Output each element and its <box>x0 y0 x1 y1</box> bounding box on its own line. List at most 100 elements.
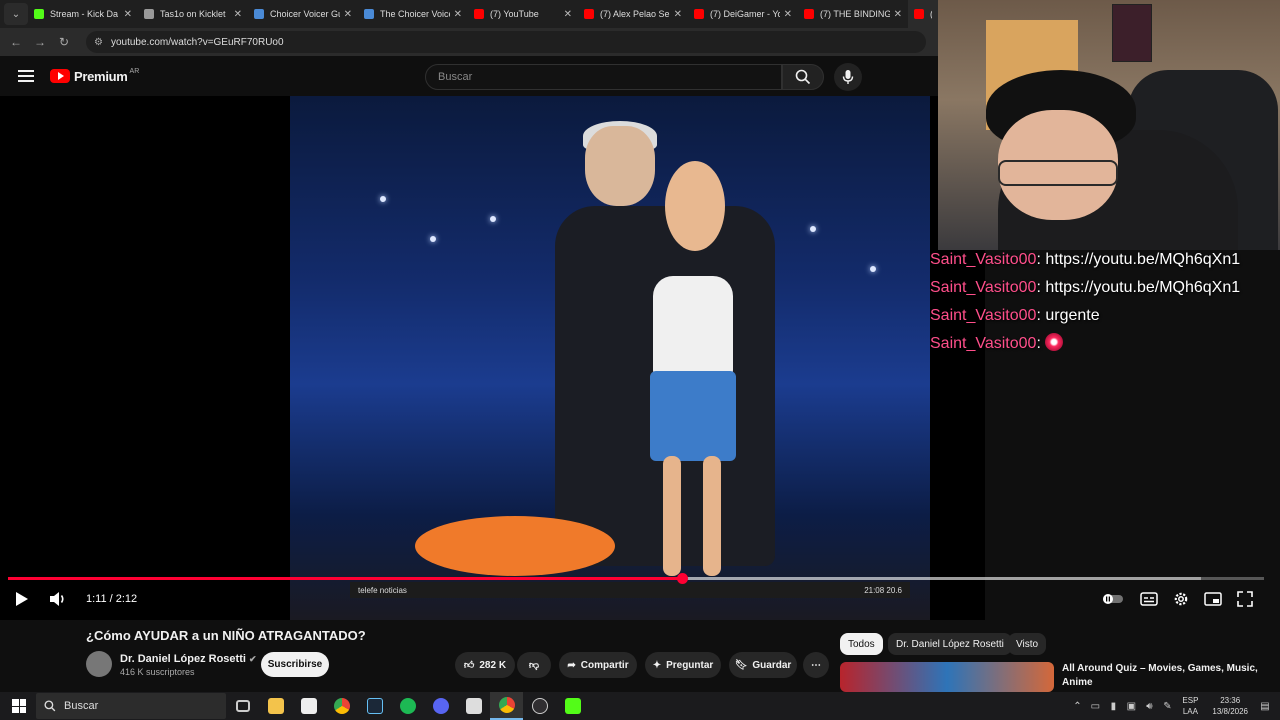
pen-icon[interactable]: ✎ <box>1158 701 1176 712</box>
chrome-active-button[interactable] <box>490 692 523 720</box>
mute-button[interactable] <box>46 586 70 612</box>
url-text: youtube.com/watch?v=GEuRF70RUo0 <box>110 36 284 48</box>
chat-message: Saint_Vasito00: https://youtu.be/MQh6qXn… <box>930 246 1280 274</box>
tab-favicon-icon <box>474 9 484 19</box>
url-field[interactable]: ⚙ youtube.com/watch?v=GEuRF70RUo0 <box>86 31 926 53</box>
browser-tab[interactable]: The Choicer Voice ✕ <box>358 0 468 28</box>
voice-search-button[interactable] <box>834 63 862 91</box>
kick-icon <box>564 698 581 714</box>
youtube-logo[interactable]: Premium AR <box>50 68 139 84</box>
browser-tab[interactable]: Stream - Kick Da ✕ <box>28 0 138 28</box>
gear-icon <box>1174 592 1188 606</box>
chip-all[interactable]: Todos <box>840 633 883 655</box>
video-frame: telefe noticias 21:08 20.6 <box>290 96 930 620</box>
recommended-title[interactable]: All Around Quiz – Movies, Games, Music, … <box>1062 662 1262 690</box>
taskbar-search[interactable]: Buscar <box>36 693 226 719</box>
wall-poster <box>1112 4 1152 62</box>
task-view-button[interactable] <box>226 692 259 720</box>
recommended-thumbnail[interactable] <box>840 662 1054 692</box>
video-presenter <box>555 116 775 596</box>
app2-button[interactable] <box>457 692 490 720</box>
save-label: Guardar <box>752 659 792 671</box>
chat-username: Saint_Vasito00 <box>930 307 1037 324</box>
tab-close-icon[interactable]: ✕ <box>344 9 352 20</box>
chevron-up-icon[interactable]: ⌃ <box>1068 701 1086 712</box>
play-icon <box>16 592 28 606</box>
network-icon[interactable]: ▣ <box>1122 701 1140 712</box>
progress-fill <box>8 577 683 580</box>
tab-title: Tas1o on Kicklet <box>160 9 226 19</box>
share-label: Compartir <box>580 659 629 671</box>
chip-watched[interactable]: Visto <box>1008 633 1047 655</box>
miniplayer-button[interactable] <box>1202 586 1224 612</box>
notification-icon[interactable]: ▤ <box>1256 701 1274 712</box>
tab-close-icon[interactable]: ✕ <box>784 9 792 20</box>
tab-close-icon[interactable]: ✕ <box>674 9 682 20</box>
progress-bar[interactable] <box>8 573 1264 584</box>
back-icon[interactable]: ← <box>4 35 28 49</box>
search-button[interactable] <box>782 64 824 90</box>
subscribe-button[interactable]: Suscribirse <box>261 652 329 677</box>
file-explorer-button[interactable] <box>259 692 292 720</box>
discord-button[interactable] <box>424 692 457 720</box>
subscriber-count: 416 K suscriptores <box>120 667 195 677</box>
tab-search-button[interactable]: ⌄ <box>4 3 28 25</box>
windows-start-icon[interactable] <box>12 699 26 713</box>
play-button[interactable] <box>10 586 34 612</box>
steam-icon <box>366 698 383 714</box>
tab-close-icon[interactable]: ✕ <box>894 9 902 20</box>
reload-icon[interactable]: ↻ <box>52 35 76 49</box>
chat-text: : https://youtu.be/MQh6qXn1 <box>1036 279 1241 296</box>
tray-app-icon[interactable]: ▭ <box>1086 701 1104 712</box>
chat-username: Saint_Vasito00 <box>930 251 1037 268</box>
fullscreen-button[interactable] <box>1234 586 1256 612</box>
site-info-icon[interactable]: ⚙ <box>94 37 103 48</box>
obs-button[interactable] <box>523 692 556 720</box>
clock-time: 23:36 <box>1220 696 1241 705</box>
tab-close-icon[interactable]: ✕ <box>124 9 132 20</box>
channel-name[interactable]: Dr. Daniel López Rosetti ✔ <box>120 653 257 665</box>
browser-tab[interactable]: (7) YouTube ✕ <box>468 0 578 28</box>
dislike-button[interactable]: 👎︎ <box>517 652 551 678</box>
settings-button[interactable] <box>1170 586 1192 612</box>
usb-icon[interactable]: ▮ <box>1104 701 1122 712</box>
tab-close-icon[interactable]: ✕ <box>454 9 462 20</box>
like-button[interactable]: 👍︎ 282 K <box>455 652 515 678</box>
share-button[interactable]: ➦ Compartir <box>559 652 637 678</box>
browser-tab[interactable]: (7) THE BINDING ✕ <box>798 0 908 28</box>
channel-avatar[interactable] <box>86 651 112 677</box>
search-icon <box>44 700 56 712</box>
speaker-icon[interactable]: 🔊︎ <box>1140 701 1158 712</box>
browser-tab[interactable]: (7) Alex Pelao Se ✕ <box>578 0 688 28</box>
browser-tab[interactable]: Choicer Voicer Gu ✕ <box>248 0 358 28</box>
tab-close-icon[interactable]: ✕ <box>234 9 242 20</box>
forward-icon[interactable]: → <box>28 35 52 49</box>
time-display: 1:11 / 2:12 <box>86 593 138 605</box>
microphone-icon <box>842 70 854 84</box>
studio-light <box>870 266 876 272</box>
subtitles-button[interactable] <box>1138 586 1160 612</box>
chip-channel[interactable]: Dr. Daniel López Rosetti <box>888 633 1012 655</box>
menu-icon[interactable] <box>18 67 34 85</box>
more-actions-button[interactable]: ⋯ <box>803 652 829 678</box>
browser-tab[interactable]: (7) DeiGamer - Yo ✕ <box>688 0 798 28</box>
clock-date: 13/8/2026 <box>1212 707 1248 716</box>
kick-button[interactable] <box>556 692 589 720</box>
webcam-overlay <box>938 0 1280 250</box>
save-button[interactable]: 🔖︎ Guardar <box>729 652 797 678</box>
search-input[interactable]: Buscar <box>425 64 782 90</box>
more-icon: ⋯ <box>811 659 821 671</box>
autoplay-toggle[interactable] <box>1102 586 1124 612</box>
tab-close-icon[interactable]: ✕ <box>564 9 572 20</box>
chat-text: : <box>1036 335 1046 352</box>
system-clock[interactable]: 23:36 13/8/2026 <box>1212 695 1248 717</box>
spotify-button[interactable] <box>391 692 424 720</box>
app-button[interactable] <box>292 692 325 720</box>
browser-tab[interactable]: Tas1o on Kicklet ✕ <box>138 0 248 28</box>
ask-button[interactable]: ✦ Preguntar <box>645 652 721 678</box>
video-player[interactable]: telefe noticias 21:08 20.6 <box>0 96 985 620</box>
browser-tab[interactable]: (7 <box>908 0 938 28</box>
chrome-button[interactable] <box>325 692 358 720</box>
language-indicator[interactable]: ESP LAA <box>1182 695 1198 717</box>
steam-button[interactable] <box>358 692 391 720</box>
